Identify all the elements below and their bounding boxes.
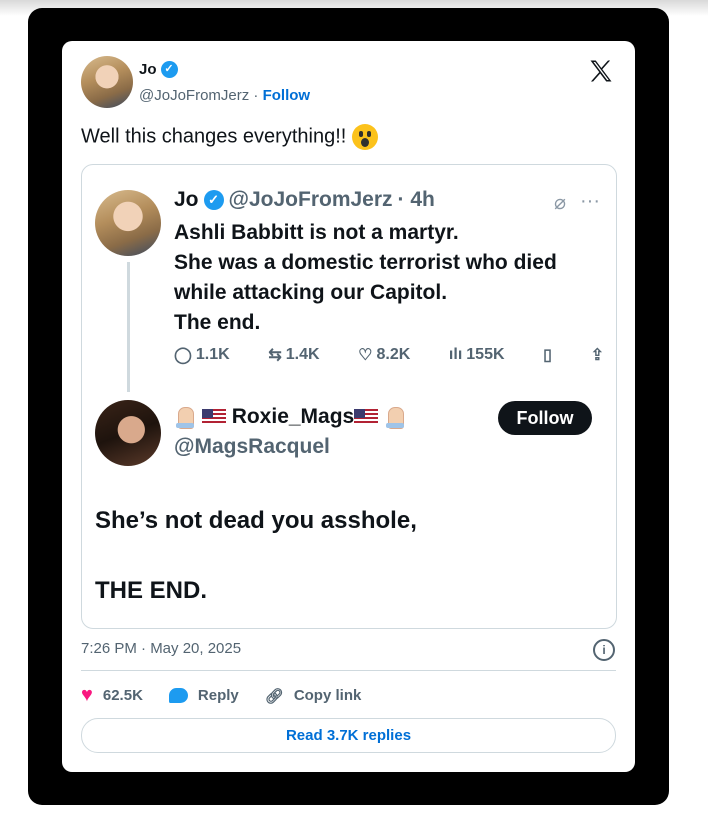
reply-label: Reply [197,687,239,704]
tweet-timestamp[interactable]: 7:26 PM · May 20, 2025 [81,640,241,657]
quoted-stats: ◯ 1.1K ⇆ 1.4K ♡ 8.2K ılı 155K ▯ ⇪ [174,345,604,365]
astonished-face-icon [352,124,379,150]
verified-badge-icon: ✓ [203,190,224,210]
embedded-tweet-card: Jo ✓ @JoJoFromJerz · Follow Well this ch… [62,41,635,772]
x-logo-icon[interactable] [587,57,615,85]
author-name-row: Jo ✓ [139,61,178,78]
author-name[interactable]: Jo [139,61,157,78]
quoted-body: Ashli Babbitt is not a martyr. She was a… [174,218,557,338]
verified-badge-icon: ✓ [160,61,178,78]
reply-author-name[interactable]: Roxie_Mags [232,405,355,428]
like-button[interactable]: ♥ 62.5K [81,684,143,707]
quoted-time: · 4h [397,188,435,211]
follow-link[interactable]: Follow [263,87,311,104]
read-replies-button[interactable]: Read 3.7K replies [81,718,616,753]
heart-outline-icon: ♡ [358,347,373,364]
reply-count: 1.1K [195,346,230,363]
reply-author-row: Roxie_Mags [174,405,406,430]
views-count: 155K [466,346,505,363]
grok-icon[interactable]: ⌀ [554,190,566,215]
link-icon: 🔗︎ [264,687,284,705]
like-count: 8.2K [376,346,411,363]
like-count: 62.5K [102,687,143,704]
like-stat[interactable]: ♡ 8.2K [358,345,410,365]
share-icon[interactable]: ⇪ [591,345,604,365]
copy-link-button[interactable]: 🔗︎ Copy link [265,687,362,705]
reply-line: THE END. [95,577,208,604]
screenshot-frame: Jo ✓ @JoJoFromJerz · Follow Well this ch… [28,8,669,805]
action-bar: ♥ 62.5K Reply 🔗︎ Copy link [81,684,361,707]
quoted-author-name[interactable]: Jo [174,188,199,212]
author-handle[interactable]: @JoJoFromJerz [139,87,249,104]
repost-count: 1.4K [285,346,320,363]
reply-follow-button[interactable]: Follow [498,401,592,435]
quoted-author-avatar[interactable] [95,190,161,256]
folded-hands-icon [384,406,406,430]
bookmark-icon[interactable]: ▯ [543,345,552,365]
us-flag-icon [201,409,226,426]
folded-hands-icon [174,406,196,430]
quoted-header-icons: ⌀ ··· [554,190,600,215]
info-icon[interactable]: i [593,639,615,661]
reply-icon: ◯ [174,347,192,364]
quoted-header: Jo ✓ @JoJoFromJerz · 4h [174,188,435,212]
tweet-text: Well this changes everything!! [81,124,379,150]
quoted-author-handle[interactable]: @JoJoFromJerz [229,188,393,212]
divider [81,670,616,671]
reply-author-avatar[interactable] [95,400,161,466]
reply-stat[interactable]: ◯ 1.1K [174,345,230,365]
quoted-line: She was a domestic terrorist who died [174,251,557,274]
reply-author-handle[interactable]: @MagsRacquel [174,435,330,459]
repost-icon: ⇆ [268,347,282,364]
copy-link-label: Copy link [293,687,362,704]
thread-connector-line [127,262,130,392]
author-avatar[interactable] [81,56,133,108]
repost-stat[interactable]: ⇆ 1.4K [268,345,319,365]
quoted-tweet[interactable]: Jo ✓ @JoJoFromJerz · 4h ⌀ ··· Ashli Babb… [81,164,617,629]
us-flag-icon [354,409,379,426]
quoted-line: Ashli Babbitt is not a martyr. [174,221,459,244]
views-stat[interactable]: ılı 155K [449,345,505,365]
heart-icon: ♥ [81,684,93,706]
handle-separator: · [253,87,259,104]
quoted-line: while attacking our Capitol. [174,281,448,304]
reply-button[interactable]: Reply [168,687,239,704]
author-handle-row: @JoJoFromJerz · Follow [139,87,310,104]
tweet-text-content: Well this changes everything!! [81,125,347,148]
views-bar-icon: ılı [448,346,463,363]
reply-bubble-icon [168,688,188,703]
reply-line: She’s not dead you asshole, [95,507,417,534]
quoted-line: The end. [174,311,261,334]
more-options-icon[interactable]: ··· [580,190,600,215]
